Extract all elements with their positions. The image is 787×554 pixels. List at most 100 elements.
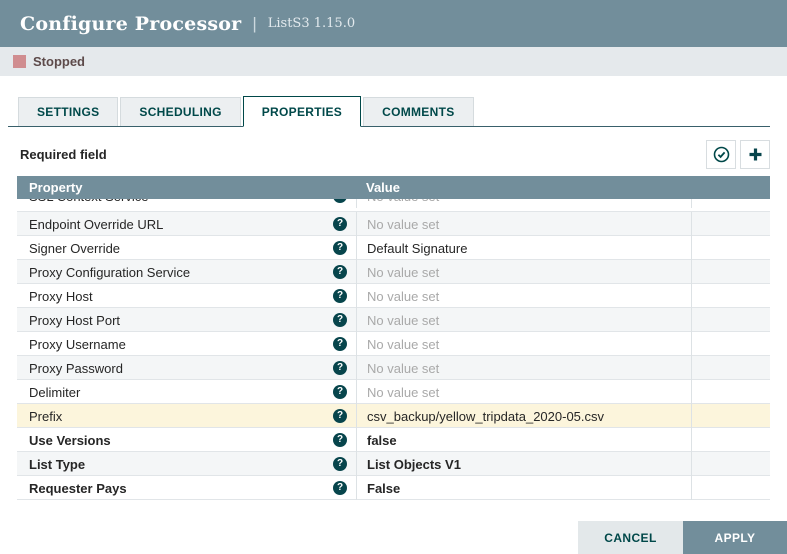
property-row[interactable]: Proxy Username ? No value set	[17, 332, 770, 356]
dialog-title: Configure Processor	[20, 13, 241, 35]
property-value-cell[interactable]: Default Signature	[356, 236, 691, 260]
property-value-cell[interactable]: No value set	[356, 284, 691, 308]
property-row[interactable]: Proxy Configuration Service ? No value s…	[17, 260, 770, 284]
property-name-cell: Endpoint Override URL ?	[17, 212, 356, 236]
cancel-button[interactable]: CANCEL	[578, 521, 683, 554]
property-row[interactable]: List Type ? List Objects V1	[17, 452, 770, 476]
property-name: Prefix	[29, 409, 62, 424]
property-value-cell[interactable]: No value set	[356, 332, 691, 356]
property-value: Default Signature	[367, 241, 467, 256]
tab-bar: SETTINGS SCHEDULING PROPERTIES COMMENTS	[8, 96, 770, 127]
property-value-cell[interactable]: No value set	[356, 199, 691, 208]
property-extra-cell	[691, 476, 770, 500]
tab-scheduling[interactable]: SCHEDULING	[120, 97, 240, 126]
status-label: Stopped	[33, 54, 85, 69]
dialog-footer: CANCEL APPLY	[578, 521, 787, 554]
property-value-cell[interactable]: No value set	[356, 260, 691, 284]
property-extra-cell	[691, 260, 770, 284]
property-name: Proxy Username	[29, 337, 126, 352]
property-name: Proxy Host	[29, 289, 93, 304]
help-icon[interactable]: ?	[333, 409, 347, 423]
property-extra-cell	[691, 308, 770, 332]
processor-type-version: ListS3 1.15.0	[268, 16, 355, 31]
property-value: No value set	[367, 313, 439, 328]
property-name: Requester Pays	[29, 481, 127, 496]
property-name-cell: Proxy Username ?	[17, 332, 356, 356]
add-property-button[interactable]	[740, 140, 770, 169]
properties-toolbar: Required field	[20, 140, 770, 169]
property-value-cell[interactable]: No value set	[356, 212, 691, 236]
apply-button[interactable]: APPLY	[683, 521, 787, 554]
help-icon[interactable]: ?	[333, 241, 347, 255]
table-header: Property Value	[17, 176, 770, 199]
property-name-cell: List Type ?	[17, 452, 356, 476]
properties-table-body: SSL Context Service ? No value set Endpo…	[17, 199, 770, 500]
column-header-property: Property	[17, 180, 356, 195]
property-row[interactable]: Proxy Password ? No value set	[17, 356, 770, 380]
help-icon[interactable]: ?	[333, 481, 347, 495]
property-extra-cell	[691, 452, 770, 476]
property-value-cell[interactable]: List Objects V1	[356, 452, 691, 476]
property-value: No value set	[367, 199, 439, 204]
properties-table: Property Value SSL Context Service ? No …	[17, 176, 770, 500]
property-name: Proxy Configuration Service	[29, 265, 190, 280]
property-extra-cell	[691, 404, 770, 428]
stopped-status-icon	[13, 55, 26, 68]
property-extra-cell	[691, 356, 770, 380]
help-icon[interactable]: ?	[333, 457, 347, 471]
property-row[interactable]: Proxy Host Port ? No value set	[17, 308, 770, 332]
property-name: Proxy Password	[29, 361, 123, 376]
property-value: csv_backup/yellow_tripdata_2020-05.csv	[367, 409, 604, 424]
help-icon[interactable]: ?	[333, 199, 347, 203]
property-value-cell[interactable]: No value set	[356, 380, 691, 404]
property-extra-cell	[691, 236, 770, 260]
property-name-cell: SSL Context Service ?	[17, 199, 356, 208]
help-icon[interactable]: ?	[333, 217, 347, 231]
help-icon[interactable]: ?	[333, 337, 347, 351]
help-icon[interactable]: ?	[333, 433, 347, 447]
property-row[interactable]: Delimiter ? No value set	[17, 380, 770, 404]
column-header-value: Value	[356, 180, 691, 195]
property-row[interactable]: Endpoint Override URL ? No value set	[17, 212, 770, 236]
property-row[interactable]: Proxy Host ? No value set	[17, 284, 770, 308]
property-value: false	[367, 433, 397, 448]
help-icon[interactable]: ?	[333, 361, 347, 375]
property-value-cell[interactable]: False	[356, 476, 691, 500]
property-name-cell: Prefix ?	[17, 404, 356, 428]
property-row[interactable]: SSL Context Service ? No value set	[17, 199, 770, 212]
property-name-cell: Proxy Host Port ?	[17, 308, 356, 332]
property-name: Delimiter	[29, 385, 80, 400]
property-row[interactable]: Requester Pays ? False	[17, 476, 770, 500]
property-extra-cell	[691, 199, 770, 208]
help-icon[interactable]: ?	[333, 313, 347, 327]
tab-settings[interactable]: SETTINGS	[18, 97, 118, 126]
tab-comments[interactable]: COMMENTS	[363, 97, 473, 126]
property-value-cell[interactable]: false	[356, 428, 691, 452]
property-name: Endpoint Override URL	[29, 217, 163, 232]
property-name: Use Versions	[29, 433, 111, 448]
property-name-cell: Signer Override ?	[17, 236, 356, 260]
verify-properties-button[interactable]	[706, 140, 736, 169]
property-value-cell[interactable]: No value set	[356, 356, 691, 380]
property-value-cell[interactable]: csv_backup/yellow_tripdata_2020-05.csv	[356, 404, 691, 428]
property-row[interactable]: Signer Override ? Default Signature	[17, 236, 770, 260]
help-icon[interactable]: ?	[333, 385, 347, 399]
tab-properties[interactable]: PROPERTIES	[243, 96, 361, 127]
status-bar: Stopped	[0, 47, 787, 76]
help-icon[interactable]: ?	[333, 289, 347, 303]
property-value: No value set	[367, 265, 439, 280]
property-row[interactable]: Prefix ? csv_backup/yellow_tripdata_2020…	[17, 404, 770, 428]
property-name: List Type	[29, 457, 85, 472]
property-value: No value set	[367, 385, 439, 400]
property-value: No value set	[367, 289, 439, 304]
property-value: False	[367, 481, 400, 496]
property-row[interactable]: Use Versions ? false	[17, 428, 770, 452]
property-name: Signer Override	[29, 241, 120, 256]
property-value-cell[interactable]: No value set	[356, 308, 691, 332]
circle-check-icon	[713, 146, 730, 163]
plus-icon	[748, 147, 763, 162]
property-value: No value set	[367, 337, 439, 352]
property-extra-cell	[691, 332, 770, 356]
property-name: Proxy Host Port	[29, 313, 120, 328]
help-icon[interactable]: ?	[333, 265, 347, 279]
